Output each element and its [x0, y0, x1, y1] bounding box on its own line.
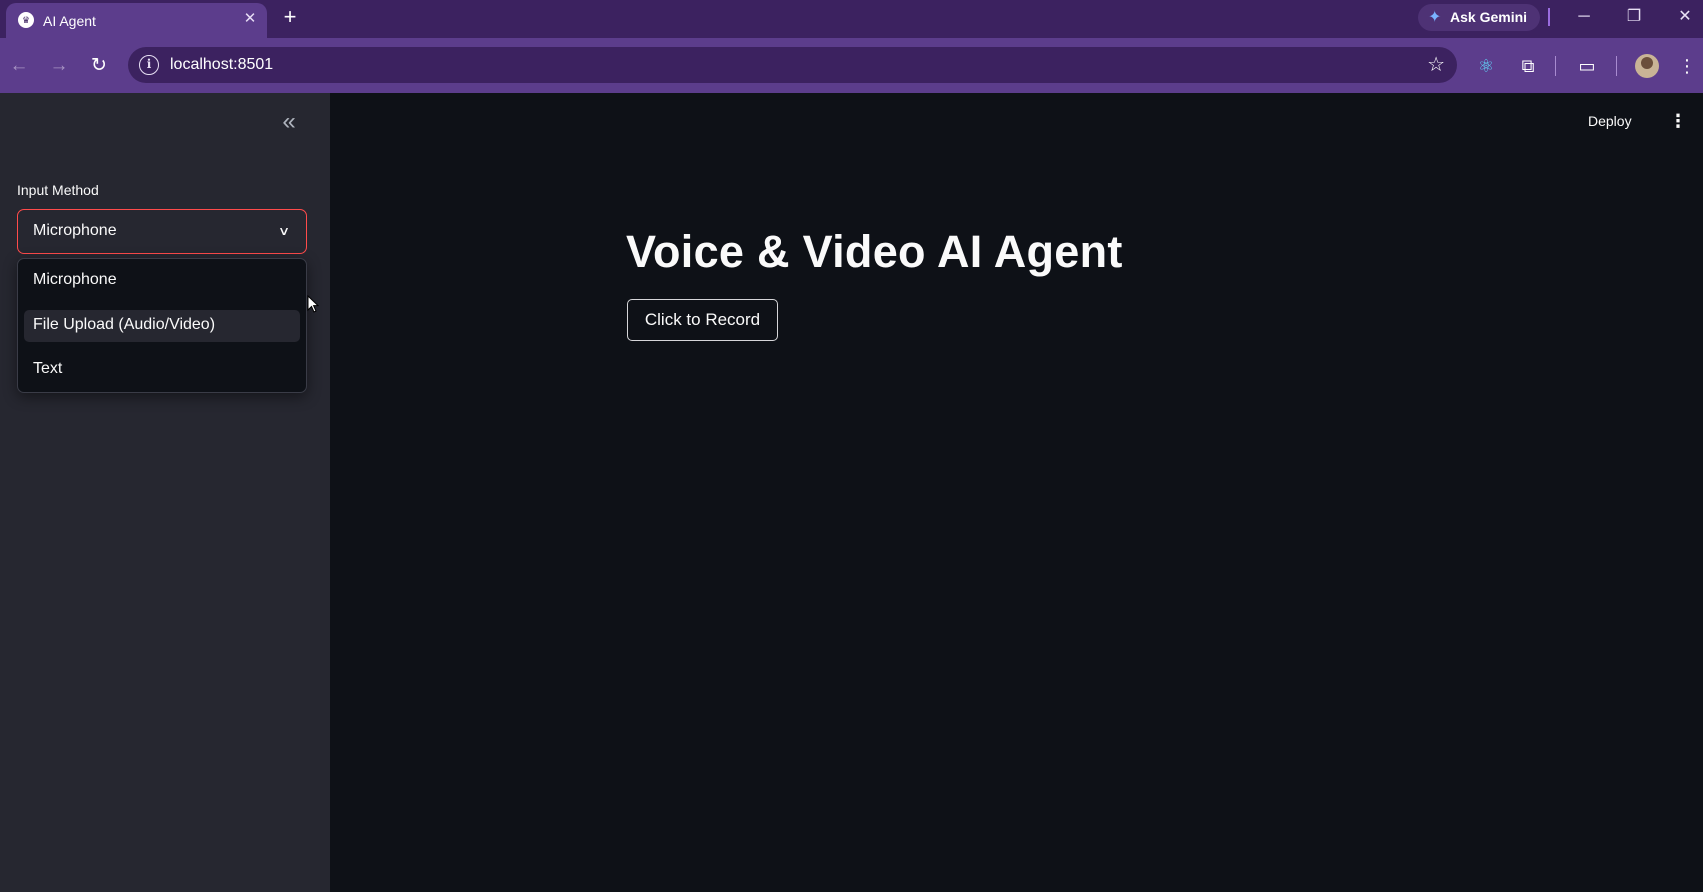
close-tab-icon[interactable]: ✕ — [240, 9, 260, 29]
input-method-dropdown: Microphone File Upload (Audio/Video) Tex… — [17, 258, 307, 393]
ask-gemini-button[interactable]: ✦ Ask Gemini — [1418, 4, 1540, 31]
sidebar: « Input Method Microphone ∨ Microphone F… — [0, 93, 330, 892]
page-title: Voice & Video AI Agent — [626, 226, 1123, 277]
collapse-sidebar-icon[interactable]: « — [276, 110, 302, 136]
chevron-down-icon: ∨ — [277, 224, 291, 238]
avatar[interactable] — [1635, 54, 1659, 78]
puzzle-icon[interactable]: ⧉ — [1514, 52, 1542, 80]
app-menu-icon[interactable]: ⋮ — [1668, 109, 1688, 133]
toolbar-divider — [1555, 56, 1556, 76]
star-icon[interactable]: ☆ — [1427, 52, 1445, 77]
restore-icon[interactable]: ❐ — [1619, 4, 1649, 30]
arrow-left-icon: ← — [9, 55, 29, 76]
mouse-cursor-icon — [307, 295, 319, 313]
option-label: Microphone — [33, 271, 117, 288]
ask-gemini-label: Ask Gemini — [1450, 9, 1528, 25]
deploy-button[interactable]: Deploy — [1588, 113, 1632, 129]
dropdown-option-microphone[interactable]: Microphone — [24, 265, 300, 297]
main-content: Deploy ⋮ Voice & Video AI Agent Click to… — [330, 93, 1703, 892]
reload-button[interactable]: ↻ — [85, 52, 113, 80]
tab-title: AI Agent — [43, 13, 96, 29]
browser-toolbar: ← → ↻ i localhost:8501 ☆ ⚛ ⧉ ▭ ⋮ — [0, 38, 1703, 93]
dropdown-option-text[interactable]: Text — [24, 354, 300, 386]
cast-search-icon[interactable]: ▭ — [1573, 52, 1601, 80]
option-label: Text — [33, 360, 63, 377]
new-tab-button[interactable]: + — [278, 6, 302, 30]
toolbar-divider — [1616, 56, 1617, 76]
input-method-select[interactable]: Microphone ∨ — [17, 209, 307, 254]
browser-tab[interactable]: ♛ AI Agent ✕ — [6, 3, 267, 38]
back-button[interactable]: ← — [5, 52, 33, 80]
reload-icon: ↻ — [91, 55, 107, 76]
kebab-icon[interactable]: ⋮ — [1673, 52, 1701, 80]
tab-strip-divider — [1548, 8, 1550, 26]
forward-button[interactable]: → — [45, 52, 73, 80]
address-bar[interactable]: i localhost:8501 ☆ — [128, 47, 1457, 83]
url-text[interactable]: localhost:8501 — [170, 56, 273, 74]
close-window-icon[interactable]: ✕ — [1670, 4, 1700, 30]
option-label: File Upload (Audio/Video) — [33, 316, 216, 333]
streamlit-crown-icon: ♛ — [18, 12, 34, 28]
react-devtools-icon[interactable]: ⚛ — [1472, 52, 1500, 80]
arrow-right-icon: → — [49, 55, 69, 76]
select-value: Microphone — [33, 222, 117, 239]
input-method-label: Input Method — [17, 182, 99, 198]
dropdown-option-file-upload[interactable]: File Upload (Audio/Video) — [24, 310, 300, 342]
record-button[interactable]: Click to Record — [627, 299, 778, 341]
info-icon[interactable]: i — [139, 55, 159, 75]
tab-strip: ♛ AI Agent ✕ + ✦ Ask Gemini ─ ❐ ✕ — [0, 0, 1703, 38]
minimize-icon[interactable]: ─ — [1569, 4, 1599, 30]
gemini-sparkle-icon: ✦ — [1428, 9, 1442, 26]
